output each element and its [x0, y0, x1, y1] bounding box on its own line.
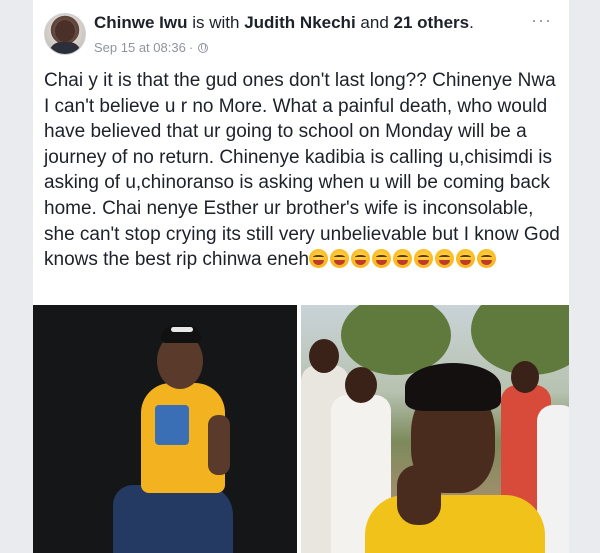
photo-arm	[208, 415, 230, 475]
tagged-friend-link[interactable]: Judith Nkechi	[244, 13, 355, 32]
photo-woman-yellow-shirt[interactable]	[33, 305, 297, 553]
avatar-face	[55, 20, 75, 42]
crying-face-emoji	[309, 249, 329, 269]
avatar-shirt	[49, 42, 81, 54]
more-options-icon[interactable]: ···	[531, 10, 552, 31]
post-meta: Sep 15 at 08:36 ·	[94, 40, 209, 55]
photo-girl-hand	[397, 465, 441, 525]
photo-bystander-head	[511, 361, 539, 393]
post-body-text: Chai y it is that the gud ones don't las…	[44, 70, 560, 271]
crying-face-emoji	[330, 249, 350, 269]
with-text: is with	[192, 13, 240, 32]
photo-girl-in-crowd[interactable]	[301, 305, 569, 553]
photo-bystander-head	[345, 367, 377, 403]
photo-legs	[113, 485, 233, 553]
post-timestamp[interactable]: Sep 15 at 08:36	[94, 40, 186, 55]
emoji-row	[309, 249, 498, 270]
post-body: Chai y it is that the gud ones don't las…	[44, 68, 562, 273]
photo-tiara	[171, 327, 193, 332]
crying-face-emoji	[414, 249, 434, 269]
author-name-link[interactable]: Chinwe Iwu	[94, 13, 188, 32]
crying-face-emoji	[477, 249, 497, 269]
photo-shirt-print	[155, 405, 189, 445]
and-text: and	[360, 13, 389, 32]
photo-girl-braids	[405, 363, 501, 411]
author-avatar[interactable]	[44, 13, 86, 55]
post-headline: Chinwe Iwu is with Judith Nkechi and 21 …	[94, 13, 474, 33]
crying-face-emoji	[456, 249, 476, 269]
photo-girl-shirt	[365, 495, 545, 553]
photo-grid	[33, 305, 569, 553]
headline-period: .	[469, 13, 474, 32]
photo-bystander-head	[309, 339, 339, 373]
globe-icon[interactable]	[198, 42, 209, 53]
crying-face-emoji	[435, 249, 455, 269]
post-header: Chinwe Iwu is with Judith Nkechi and 21 …	[33, 0, 569, 60]
crying-face-emoji	[372, 249, 392, 269]
meta-separator: ·	[188, 40, 194, 55]
post-card: Chinwe Iwu is with Judith Nkechi and 21 …	[33, 0, 569, 553]
crying-face-emoji	[393, 249, 413, 269]
crying-face-emoji	[351, 249, 371, 269]
others-link[interactable]: 21 others	[394, 13, 470, 32]
